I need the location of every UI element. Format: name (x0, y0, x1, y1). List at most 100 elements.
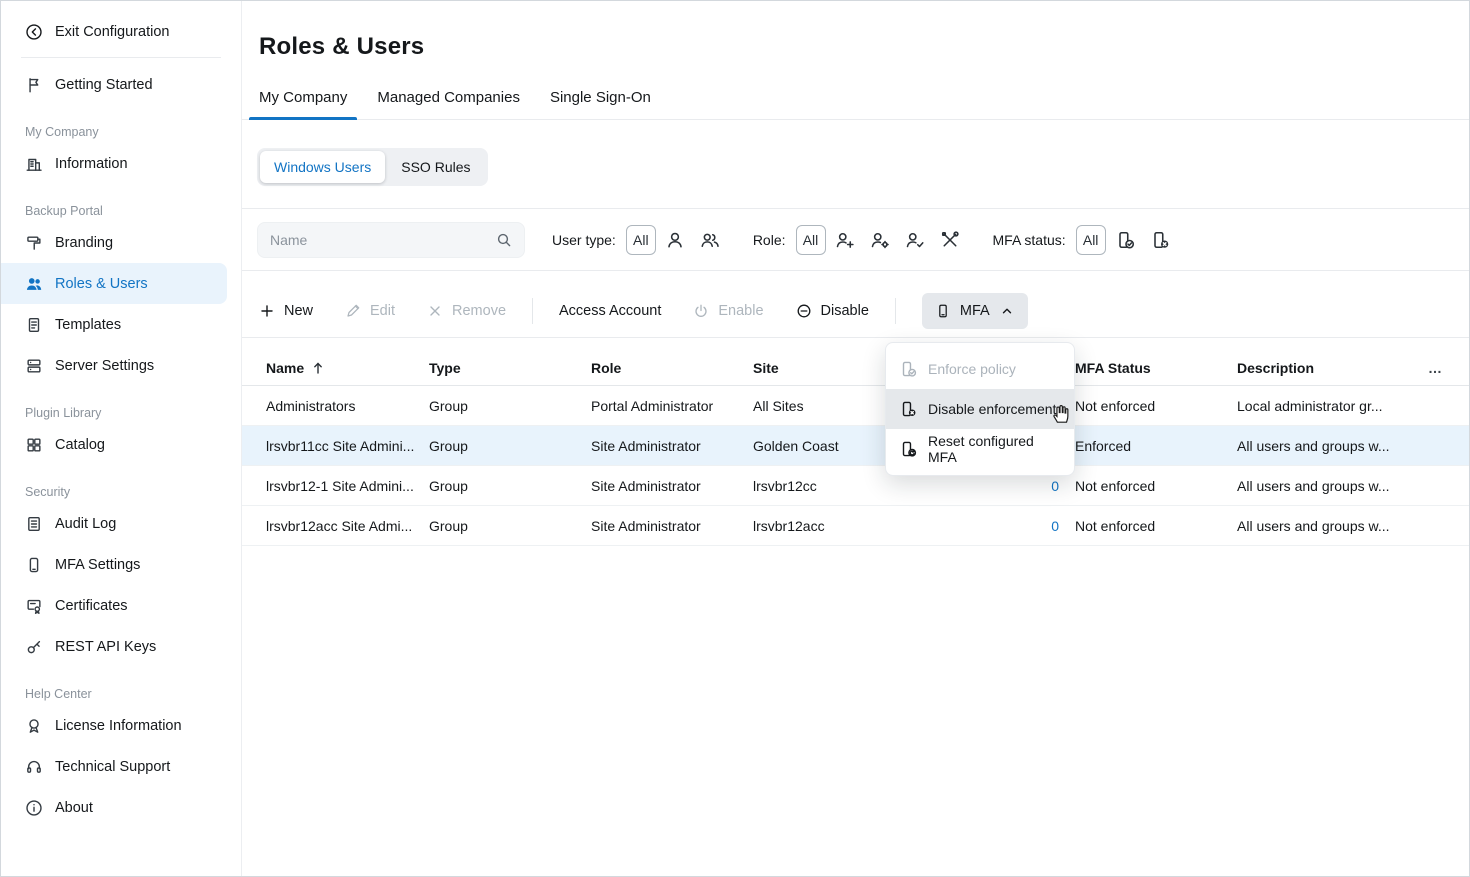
role-filter-2-button[interactable] (864, 225, 896, 255)
sidebar-item-label: About (55, 800, 93, 816)
user-type-all-button[interactable]: All (626, 225, 656, 255)
name-search-field[interactable] (257, 222, 525, 258)
app-window: Exit Configuration Getting Started My Co… (0, 0, 1470, 877)
exit-configuration-button[interactable]: Exit Configuration (1, 9, 241, 55)
flag-icon (25, 76, 43, 94)
sidebar-item-technical-support[interactable]: Technical Support (1, 746, 241, 787)
exit-configuration-label: Exit Configuration (55, 24, 169, 40)
sidebar-item-certificates[interactable]: Certificates (1, 585, 241, 626)
sidebar-item-license-information[interactable]: License Information (1, 705, 241, 746)
user-type-filter-label: User type: (552, 232, 616, 248)
menu-item-enforce-policy[interactable]: Enforce policy (886, 349, 1074, 389)
sidebar-item-templates[interactable]: Templates (1, 304, 241, 345)
toolbar-separator (895, 298, 896, 324)
sidebar-item-server-settings[interactable]: Server Settings (1, 345, 241, 386)
role-filter-4-button[interactable] (934, 225, 966, 255)
edit-button[interactable]: Edit (345, 293, 395, 329)
new-button-label: New (284, 303, 313, 319)
sidebar-item-about[interactable]: About (1, 787, 241, 828)
phone-check-icon (1115, 230, 1135, 250)
mfa-menu-button[interactable]: MFA (922, 293, 1028, 329)
role-all-button[interactable]: All (796, 225, 826, 255)
mfa-status-all-button[interactable]: All (1076, 225, 1106, 255)
sidebar-section-my-company: My Company (25, 125, 241, 139)
cell-site: lrsvbr12cc (753, 478, 915, 494)
actions-toolbar: New Edit Remove Access Account Enable Di… (242, 271, 1469, 338)
cell-description: All users and groups w... (1237, 438, 1409, 454)
menu-item-label: Disable enforcement (928, 401, 1056, 417)
sidebar-section-security: Security (25, 485, 241, 499)
mfa-status-enforced-button[interactable] (1109, 225, 1141, 255)
cell-type: Group (429, 398, 591, 414)
menu-item-label: Enforce policy (928, 361, 1016, 377)
user-type-filter-group: All (626, 225, 726, 255)
sidebar-item-getting-started[interactable]: Getting Started (1, 64, 241, 105)
cell-description: All users and groups w... (1237, 478, 1409, 494)
tab-single-sign-on[interactable]: Single Sign-On (550, 89, 651, 119)
column-header-role[interactable]: Role (591, 360, 753, 376)
remove-button[interactable]: Remove (427, 293, 506, 329)
sidebar-item-branding[interactable]: Branding (1, 222, 241, 263)
table-row[interactable]: Administrators Group Portal Administrato… (242, 386, 1469, 426)
person-gear-icon (870, 230, 890, 250)
cell-description: All users and groups w... (1237, 518, 1409, 534)
new-button[interactable]: New (259, 293, 313, 329)
sort-ascending-icon (310, 360, 326, 376)
sidebar-divider (21, 57, 221, 58)
roles-table: Name Type Role Site MFA Status Descripti… (242, 350, 1469, 546)
role-filter-3-button[interactable] (899, 225, 931, 255)
cell-mfa-status: Not enforced (1075, 398, 1237, 414)
phone-icon (935, 303, 951, 319)
table-row[interactable]: lrsvbr12-1 Site Admini... Group Site Adm… (242, 466, 1469, 506)
name-search-input[interactable] (270, 232, 496, 248)
sidebar-item-label: REST API Keys (55, 639, 156, 655)
mfa-status-filter-label: MFA status: (993, 232, 1066, 248)
power-icon (693, 303, 709, 319)
column-options-button[interactable]: … (1428, 360, 1443, 376)
sidebar-item-label: Certificates (55, 598, 128, 614)
table-row[interactable]: lrsvbr11cc Site Admini... Group Site Adm… (242, 426, 1469, 466)
role-filter-1-button[interactable] (829, 225, 861, 255)
mfa-status-not-enforced-button[interactable] (1144, 225, 1176, 255)
user-type-group-button[interactable] (694, 225, 726, 255)
sidebar-item-label: Templates (55, 317, 121, 333)
menu-item-reset-configured-mfa[interactable]: Reset configured MFA (886, 429, 1074, 469)
toggle-sso-rules[interactable]: SSO Rules (387, 151, 484, 183)
sidebar-item-roles-users[interactable]: Roles & Users (1, 263, 227, 304)
cell-users-count-link[interactable]: 0 (1051, 478, 1075, 494)
tab-my-company[interactable]: My Company (259, 89, 347, 119)
disable-button[interactable]: Disable (796, 293, 869, 329)
user-type-single-user-button[interactable] (659, 225, 691, 255)
menu-item-disable-enforcement[interactable]: Disable enforcement (886, 389, 1074, 429)
sidebar-section-plugin-library: Plugin Library (25, 406, 241, 420)
toggle-windows-users[interactable]: Windows Users (260, 151, 385, 183)
sidebar-item-information[interactable]: Information (1, 143, 241, 184)
search-icon (496, 232, 512, 248)
paint-roller-icon (25, 234, 43, 252)
view-toggle-section: Windows Users SSO Rules (242, 120, 1469, 208)
sidebar-item-label: Catalog (55, 437, 105, 453)
sidebar-item-catalog[interactable]: Catalog (1, 424, 241, 465)
tab-label: My Company (259, 89, 347, 106)
sidebar-item-mfa-settings[interactable]: MFA Settings (1, 544, 241, 585)
document-icon (25, 316, 43, 334)
sidebar-item-audit-log[interactable]: Audit Log (1, 503, 241, 544)
enable-button[interactable]: Enable (693, 293, 763, 329)
cell-type: Group (429, 438, 591, 454)
column-header-type[interactable]: Type (429, 360, 591, 376)
single-user-icon (665, 230, 685, 250)
column-header-description[interactable]: Description (1237, 360, 1409, 376)
cell-role: Site Administrator (591, 478, 753, 494)
cell-mfa-status: Enforced (1075, 438, 1237, 454)
remove-button-label: Remove (452, 303, 506, 319)
cell-users-count-link[interactable]: 0 (1051, 518, 1075, 534)
sidebar-item-rest-api-keys[interactable]: REST API Keys (1, 626, 241, 667)
tab-managed-companies[interactable]: Managed Companies (377, 89, 520, 119)
table-row[interactable]: lrsvbr12acc Site Admi... Group Site Admi… (242, 506, 1469, 546)
column-header-mfa-status[interactable]: MFA Status (1075, 360, 1237, 376)
column-header-name[interactable]: Name (266, 360, 429, 376)
access-account-button[interactable]: Access Account (559, 293, 661, 329)
role-filter-group: All (796, 225, 966, 255)
sidebar-section-backup-portal: Backup Portal (25, 204, 241, 218)
main-content: Roles & Users My Company Managed Compani… (242, 1, 1469, 876)
